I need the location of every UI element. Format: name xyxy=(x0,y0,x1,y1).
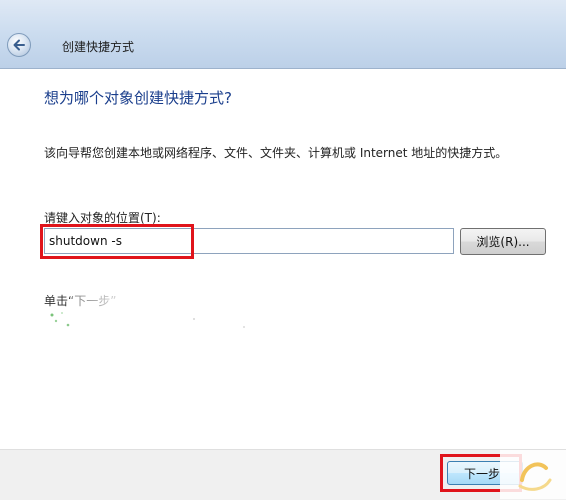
watermark-logo xyxy=(500,450,566,499)
wizard-titlebar: 创建快捷方式 xyxy=(0,0,566,69)
page-heading: 想为哪个对象创建快捷方式? xyxy=(44,89,232,107)
back-button[interactable] xyxy=(7,33,31,57)
window-title: 创建快捷方式 xyxy=(62,40,135,54)
page-description: 该向导帮您创建本地或网络程序、文件、文件夹、计算机或 Internet 地址的快… xyxy=(44,146,508,160)
blur-specks xyxy=(50,312,245,328)
location-input[interactable] xyxy=(44,228,454,254)
browse-button[interactable]: 浏览(R)... xyxy=(460,228,546,255)
back-arrow-icon xyxy=(13,39,25,51)
wizard-content: 想为哪个对象创建快捷方式? 该向导帮您创建本地或网络程序、文件、文件夹、计算机或… xyxy=(0,69,566,449)
location-label: 请键入对象的位置(T): xyxy=(44,211,161,225)
